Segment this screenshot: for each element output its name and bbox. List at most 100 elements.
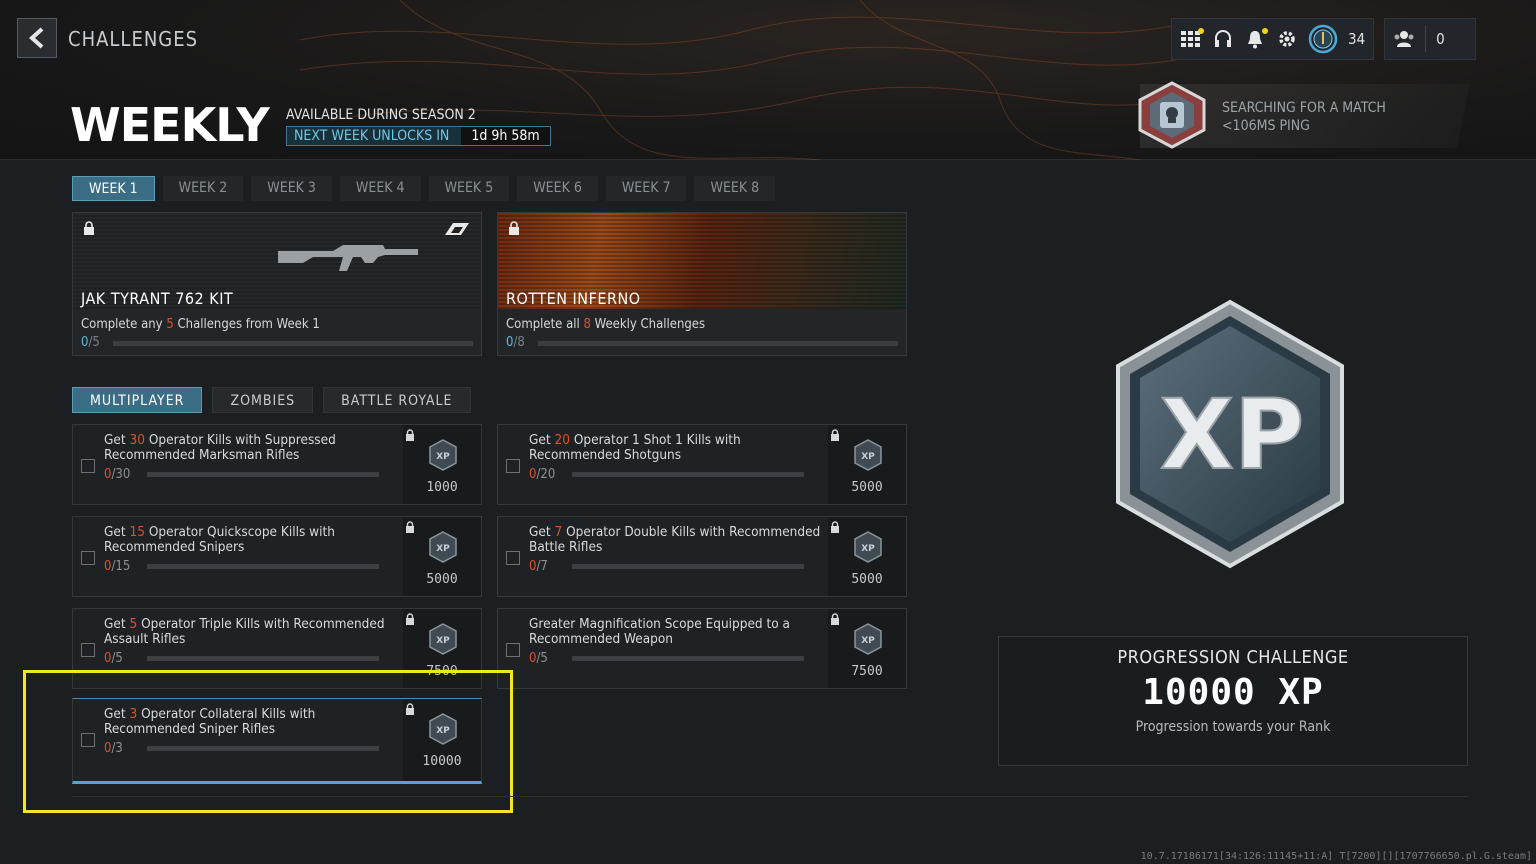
tab-zombies[interactable]: ZOMBIES <box>212 387 314 413</box>
challenge-progress: 0/7 <box>529 559 548 574</box>
challenge-progress-bar <box>147 472 379 477</box>
reward-desc: Complete any 5 Challenges from Week 1 <box>81 317 320 332</box>
svg-text:XP: XP <box>436 452 450 462</box>
challenge-progress-bar <box>147 656 379 661</box>
page-title: WEEKLY <box>70 98 270 152</box>
challenge-xp: 5000 <box>851 572 883 587</box>
reward-name: ROTTEN INFERNO <box>506 289 641 308</box>
tab-week-1[interactable]: WEEK 1 <box>72 176 155 201</box>
chevron-left-icon <box>29 27 44 49</box>
reward-progress: 0/8 <box>506 335 525 350</box>
tab-week-4[interactable]: WEEK 4 <box>339 176 421 201</box>
reward-card-rotten-inferno[interactable]: ROTTEN INFERNO Complete all 8 Weekly Cha… <box>497 212 907 356</box>
challenge-card[interactable]: Get 20 Operator 1 Shot 1 Kills with Reco… <box>497 424 907 505</box>
tab-week-6[interactable]: WEEK 6 <box>517 176 598 201</box>
reward-progress-bar <box>113 341 473 346</box>
xp-token-icon: XP <box>854 531 882 563</box>
breadcrumb: CHALLENGES <box>68 27 199 51</box>
challenge-progress-bar <box>572 656 804 661</box>
xp-token-icon: XP <box>429 439 457 471</box>
skull-tag-icon <box>1138 81 1206 149</box>
back-button[interactable] <box>17 18 57 58</box>
challenge-card[interactable]: Get 30 Operator Kills with Suppressed Re… <box>72 424 482 505</box>
lock-icon <box>84 221 94 235</box>
top-right-toolbar: 34 0 <box>1171 18 1477 60</box>
party-count: 0 <box>1436 30 1445 48</box>
track-checkbox[interactable] <box>506 551 520 565</box>
unlock-timer: NEXT WEEK UNLOCKS IN 1d 9h 58m <box>286 126 551 146</box>
lock-icon <box>406 613 414 625</box>
divider <box>72 796 1468 797</box>
build-info: 10.7.17186171[34:126:11145+11:A] T[7200]… <box>1140 851 1532 862</box>
xp-token-icon: XP <box>429 531 457 563</box>
progression-panel: PROGRESSION CHALLENGE 10000 XP Progressi… <box>998 636 1468 766</box>
matchmaking-line2: <106MS PING <box>1222 118 1310 134</box>
system-icons: 34 <box>1171 18 1375 60</box>
svg-text:XP: XP <box>436 636 450 646</box>
track-checkbox[interactable] <box>506 459 520 473</box>
lock-icon <box>406 429 414 441</box>
challenge-title: Get 20 Operator 1 Shot 1 Kills with Reco… <box>529 432 741 463</box>
tab-week-2[interactable]: WEEK 2 <box>162 176 244 201</box>
track-checkbox[interactable] <box>506 643 520 657</box>
svg-text:XP: XP <box>436 544 450 554</box>
challenge-progress-bar <box>147 564 379 569</box>
challenge-title: Greater Magnification Scope Equipped to … <box>529 616 790 647</box>
challenge-progress: 0/15 <box>104 559 131 574</box>
track-checkbox[interactable] <box>81 551 95 565</box>
matchmaking-line1: SEARCHING FOR A MATCH <box>1222 100 1386 116</box>
progression-xp: 10000 XP <box>1142 672 1324 713</box>
tab-week-3[interactable]: WEEK 3 <box>251 176 332 201</box>
challenge-title: Get 30 Operator Kills with Suppressed Re… <box>104 432 336 463</box>
reward-desc: Complete all 8 Weekly Challenges <box>506 317 706 332</box>
party-icon <box>1393 28 1415 50</box>
brand-logo-icon <box>445 223 469 235</box>
reward-progress: 0/5 <box>81 335 100 350</box>
tab-week-5[interactable]: WEEK 5 <box>428 176 510 201</box>
challenge-card[interactable]: Get 7 Operator Double Kills with Recomme… <box>497 516 907 597</box>
bell-icon[interactable] <box>1244 28 1268 50</box>
xp-badge-icon: XP <box>1116 299 1344 569</box>
player-level: 34 <box>1348 30 1366 48</box>
challenge-progress-bar <box>572 564 804 569</box>
tab-battle-royale[interactable]: BATTLE ROYALE <box>323 387 471 413</box>
unlock-label: NEXT WEEK UNLOCKS IN <box>287 127 462 145</box>
unlock-time: 1d 9h 58m <box>461 127 550 145</box>
svg-text:XP: XP <box>1160 379 1304 491</box>
challenge-progress: 0/5 <box>104 651 123 666</box>
challenge-title: Get 15 Operator Quickscope Kills with Re… <box>104 524 335 555</box>
challenge-progress-bar <box>572 472 804 477</box>
xp-token-icon: XP <box>854 439 882 471</box>
party-box[interactable]: 0 <box>1384 18 1477 60</box>
challenge-xp: 1000 <box>426 480 458 495</box>
rank-icon[interactable] <box>1308 24 1338 54</box>
svg-text:XP: XP <box>861 544 875 554</box>
lock-icon <box>406 521 414 533</box>
challenge-title: Get 7 Operator Double Kills with Recomme… <box>529 524 821 555</box>
progression-title: PROGRESSION CHALLENGE <box>1117 647 1349 668</box>
lock-icon <box>831 521 839 533</box>
challenge-xp: 5000 <box>851 480 883 495</box>
lock-icon <box>831 429 839 441</box>
svg-text:XP: XP <box>861 452 875 462</box>
challenge-title: Get 5 Operator Triple Kills with Recomme… <box>104 616 385 647</box>
tab-multiplayer[interactable]: MULTIPLAYER <box>72 387 203 413</box>
track-checkbox[interactable] <box>81 459 95 473</box>
week-tabs: WEEK 1 WEEK 2 WEEK 3 WEEK 4 WEEK 5 WEEK … <box>72 176 776 201</box>
tab-week-7[interactable]: WEEK 7 <box>605 176 687 201</box>
track-checkbox[interactable] <box>81 643 95 657</box>
tab-week-8[interactable]: WEEK 8 <box>694 176 776 201</box>
reward-card-jak-tyrant[interactable]: JAK TYRANT 762 KIT Complete any 5 Challe… <box>72 212 482 356</box>
xp-token-icon: XP <box>429 623 457 655</box>
season-text: AVAILABLE DURING SEASON 2 <box>286 107 476 123</box>
challenge-card[interactable]: Greater Magnification Scope Equipped to … <box>497 608 907 689</box>
lock-icon <box>509 221 519 235</box>
headset-icon[interactable] <box>1212 28 1234 50</box>
gear-icon[interactable] <box>1276 28 1298 50</box>
reward-progress-bar <box>538 341 898 346</box>
challenge-card[interactable]: Get 15 Operator Quickscope Kills with Re… <box>72 516 482 597</box>
svg-text:XP: XP <box>861 636 875 646</box>
highlight-box <box>23 670 513 813</box>
xp-token-icon: XP <box>854 623 882 655</box>
grid-icon[interactable] <box>1180 28 1204 50</box>
